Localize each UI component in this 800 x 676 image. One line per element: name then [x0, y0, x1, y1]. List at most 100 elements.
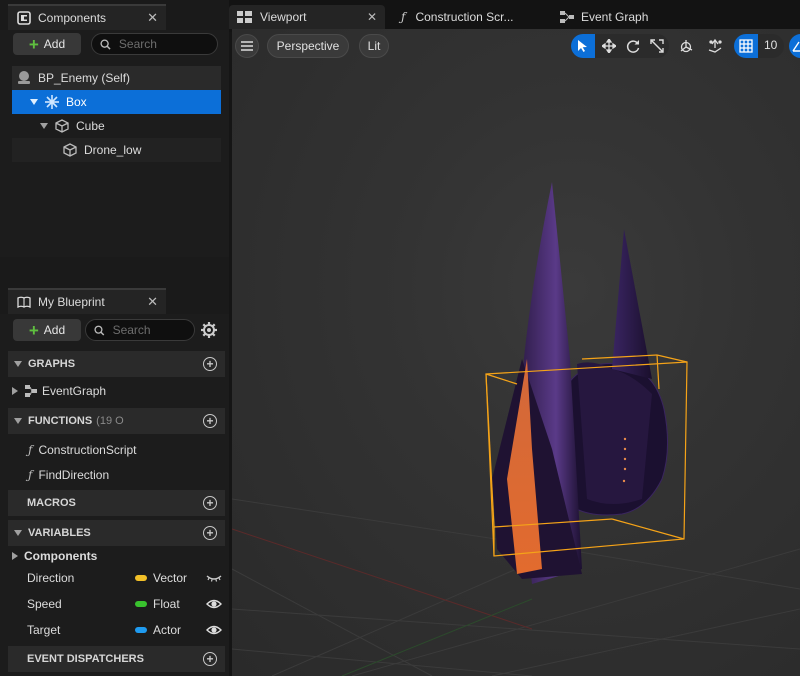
hamburger-icon	[241, 41, 253, 51]
functions-count: (19 O	[96, 415, 124, 427]
close-icon[interactable]: ✕	[147, 294, 158, 310]
components-search[interactable]	[91, 33, 218, 55]
tree-row-box[interactable]: Box	[12, 90, 221, 114]
variable-name: Target	[27, 623, 61, 637]
variable-type[interactable]: Float	[153, 597, 180, 611]
macros-header: MACROS	[27, 497, 76, 509]
add-macro-icon[interactable]: +	[203, 496, 217, 510]
add-member-label: Add	[43, 323, 66, 337]
expand-arrow-icon[interactable]	[12, 552, 18, 560]
box-collision-icon	[45, 95, 59, 109]
search-icon	[100, 38, 111, 50]
viewport-menu-button[interactable]	[235, 34, 259, 58]
event-graph-icon	[560, 11, 574, 23]
grid-icon	[739, 39, 753, 53]
translate-tool-button[interactable]	[597, 34, 621, 58]
eye-open-icon[interactable]	[206, 597, 222, 611]
variable-type[interactable]: Actor	[153, 623, 181, 637]
collapse-arrow-icon[interactable]	[14, 361, 22, 367]
tab-viewport[interactable]: Viewport ✕	[229, 5, 385, 29]
lit-label: Lit	[367, 39, 381, 53]
components-tab-label: Components	[38, 11, 107, 25]
section-functions[interactable]: FUNCTIONS (19 O +	[8, 408, 225, 434]
tree-row-drone[interactable]: Drone_low	[12, 138, 221, 162]
settings-gear-icon[interactable]	[200, 321, 218, 339]
event-graph-icon	[25, 385, 37, 397]
coordinate-space-button[interactable]	[674, 34, 698, 58]
tab-construction-script[interactable]: ƒ Construction Scr...	[393, 5, 543, 29]
section-macros[interactable]: MACROS +	[8, 490, 225, 516]
eye-closed-icon[interactable]	[206, 571, 222, 585]
collapse-arrow-icon[interactable]	[14, 418, 22, 424]
select-tool-button[interactable]	[571, 34, 595, 58]
event-dispatchers-header: EVENT DISPATCHERS	[27, 653, 144, 665]
constructionscript-label: ConstructionScript	[38, 443, 137, 457]
globe-axes-icon	[680, 40, 693, 53]
list-item-finddirection[interactable]: ƒ FindDirection	[28, 463, 225, 487]
grid-snap-toggle[interactable]	[734, 34, 758, 58]
event-graph-tab-label: Event Graph	[581, 10, 649, 24]
collapse-arrow-icon[interactable]	[14, 530, 22, 536]
plus-icon: +	[28, 320, 39, 340]
expand-arrow-icon[interactable]	[30, 99, 38, 105]
move-arrows-icon	[602, 39, 616, 53]
components-search-input[interactable]	[118, 37, 217, 51]
variable-type[interactable]: Vector	[153, 571, 187, 585]
section-variables[interactable]: VARIABLES +	[8, 520, 225, 546]
grid-snap-value[interactable]: 10	[764, 38, 777, 52]
variable-row-target[interactable]: Target Actor	[0, 617, 229, 643]
tree-label-box: Box	[66, 95, 87, 109]
list-item-eventgraph[interactable]: EventGraph	[12, 379, 225, 403]
add-component-button[interactable]: + Add	[13, 33, 81, 55]
tab-event-graph[interactable]: Event Graph	[551, 5, 691, 29]
lit-button[interactable]: Lit	[359, 34, 389, 58]
perspective-label: Perspective	[276, 39, 340, 53]
graphs-header: GRAPHS	[28, 358, 76, 370]
my-blueprint-panel: + Add GRAPHS + EventGraph FUNCTIONS (19	[0, 314, 229, 676]
close-icon[interactable]: ✕	[367, 10, 377, 24]
eye-open-icon[interactable]	[206, 623, 222, 637]
viewport-icon	[237, 11, 252, 23]
rotate-tool-button[interactable]	[621, 34, 645, 58]
function-icon: ƒ	[401, 10, 406, 24]
variable-category-components[interactable]: Components	[12, 545, 225, 567]
expand-arrow-icon[interactable]	[12, 387, 18, 395]
surface-snap-icon	[708, 38, 722, 53]
eventgraph-label: EventGraph	[42, 384, 107, 398]
add-event-dispatcher-icon[interactable]: +	[203, 652, 217, 666]
tree-row-self[interactable]: BP_Enemy (Self)	[12, 66, 221, 90]
list-item-constructionscript[interactable]: ƒ ConstructionScript	[28, 438, 225, 462]
perspective-button[interactable]: Perspective	[267, 34, 349, 58]
tree-label-self: BP_Enemy (Self)	[38, 71, 131, 85]
cursor-arrow-icon	[578, 40, 587, 52]
blueprint-search[interactable]	[85, 319, 195, 341]
scale-tool-button[interactable]	[645, 34, 669, 58]
static-mesh-icon	[63, 143, 77, 157]
add-member-button[interactable]: + Add	[13, 319, 81, 341]
section-graphs[interactable]: GRAPHS +	[8, 351, 225, 377]
x-axis-line	[232, 528, 533, 630]
close-icon[interactable]: ✕	[147, 10, 158, 26]
variable-row-direction[interactable]: Direction Vector	[0, 565, 229, 591]
add-variable-icon[interactable]: +	[203, 526, 217, 540]
section-event-dispatchers[interactable]: EVENT DISPATCHERS +	[8, 646, 225, 672]
add-function-icon[interactable]: +	[203, 414, 217, 428]
expand-arrow-icon[interactable]	[40, 123, 48, 129]
viewport-canvas[interactable]: Perspective Lit 10	[232, 29, 800, 676]
variable-category-label: Components	[24, 549, 98, 563]
component-tree: BP_Enemy (Self) Box Cube Drone_low	[12, 66, 221, 162]
add-graph-icon[interactable]: +	[203, 357, 217, 371]
left-column: Components ✕ + Add BP_Enemy (Self) Box	[0, 0, 229, 676]
function-icon: ƒ	[28, 468, 33, 482]
tab-my-blueprint[interactable]: My Blueprint ✕	[8, 288, 166, 314]
tab-components[interactable]: Components ✕	[8, 4, 166, 30]
tree-row-cube[interactable]: Cube	[12, 114, 221, 138]
transform-tool-group	[571, 34, 669, 58]
variable-row-speed[interactable]: Speed Float	[0, 591, 229, 617]
viewport-tab-label: Viewport	[260, 10, 307, 24]
search-icon	[94, 325, 105, 335]
surface-snapping-button[interactable]	[703, 34, 727, 58]
variable-name: Speed	[27, 597, 62, 611]
blueprint-search-input[interactable]	[112, 323, 194, 337]
type-pill-icon	[135, 601, 147, 607]
